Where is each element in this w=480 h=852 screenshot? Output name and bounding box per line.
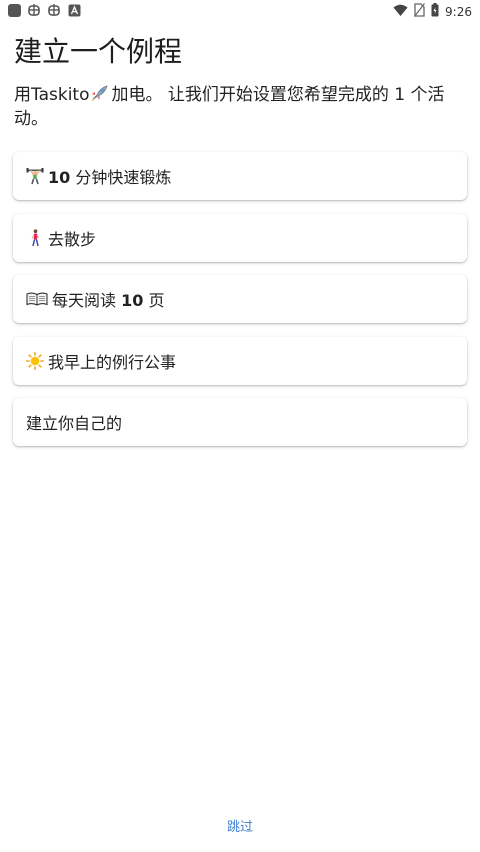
- page-title: 建立一个例程: [14, 35, 183, 68]
- bug-icon: [27, 3, 41, 17]
- option-quick-workout[interactable]: 10 分钟快速锻炼: [13, 152, 467, 200]
- square-icon: [8, 3, 21, 17]
- rocket-icon: [90, 84, 110, 108]
- weightlifter-icon: [26, 167, 44, 185]
- option-label: 建立你自己的: [26, 410, 122, 434]
- option-number: 10: [121, 291, 144, 310]
- status-bar: 9:26: [0, 0, 480, 22]
- option-take-walk[interactable]: 去散步: [13, 213, 467, 262]
- skip-button[interactable]: 跳过: [0, 816, 480, 835]
- option-label: 每天阅读 10 页: [52, 287, 164, 311]
- option-text: 我早上的例行公事: [48, 352, 177, 372]
- option-text: 建立你自己的: [26, 414, 123, 433]
- screen: 9:26 建立一个例程 用Taskito 加电。 让我们开始设置您希望完成的 1 …: [0, 0, 480, 852]
- subtitle-prefix: 用Taskito: [14, 85, 90, 105]
- option-text: 去散步: [48, 229, 97, 249]
- subtitle: 用Taskito 加电。 让我们开始设置您希望完成的 1 个活动。: [14, 84, 466, 130]
- a-icon: [67, 3, 81, 17]
- option-number: 10: [48, 168, 71, 187]
- status-time: 9:26: [445, 4, 472, 19]
- bug-icon: [47, 3, 61, 17]
- option-build-your-own[interactable]: 建立你自己的: [13, 398, 467, 446]
- no-sim-icon: [414, 2, 426, 21]
- option-label: 去散步: [48, 226, 96, 250]
- status-bar-right: 9:26: [393, 2, 472, 21]
- sun-icon: [26, 351, 44, 370]
- option-label: 10 分钟快速锻炼: [48, 164, 171, 188]
- walking-person-icon: [26, 228, 44, 247]
- option-read-daily[interactable]: 每天阅读 10 页: [13, 275, 467, 323]
- option-text-after: 页: [143, 291, 165, 310]
- open-book-icon: [26, 290, 48, 308]
- option-morning-routine[interactable]: 我早上的例行公事: [13, 336, 467, 385]
- battery-icon: [431, 2, 439, 21]
- option-text: 分钟快速锻炼: [70, 168, 172, 187]
- routine-options-list: 10 分钟快速锻炼 去散步 每天阅读 10 页 我早上的例行公事 建立你自己的: [13, 152, 467, 460]
- option-label: 我早上的例行公事: [48, 349, 176, 373]
- option-text: 每天阅读: [52, 291, 122, 310]
- wifi-icon: [393, 2, 408, 21]
- status-bar-left: [8, 3, 81, 17]
